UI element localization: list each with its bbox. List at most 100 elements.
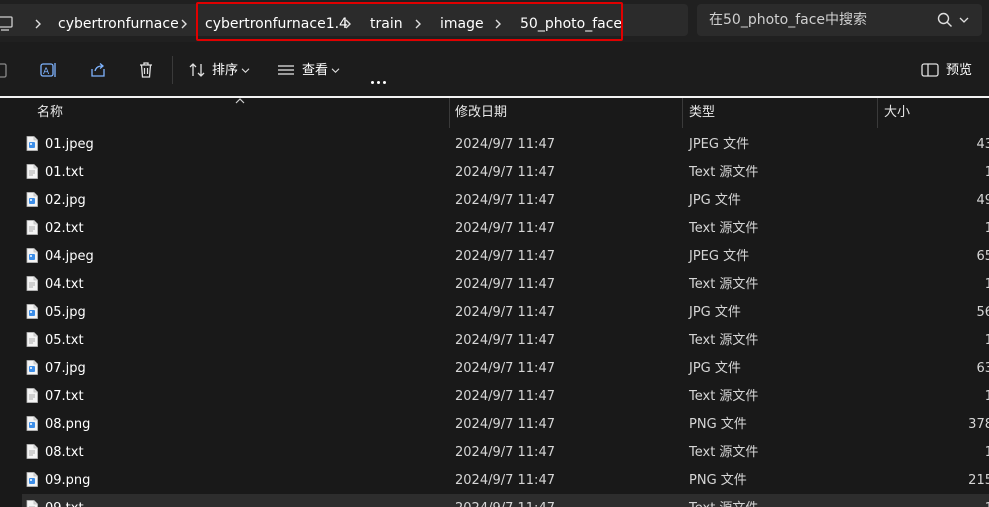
file-size: 1 — [984, 389, 989, 404]
file-name: 04.jpeg — [45, 249, 94, 264]
file-size: 215 — [968, 473, 989, 488]
file-row[interactable]: 02.txt 2024/9/7 11:47 Text 源文件 1 — [22, 214, 989, 242]
file-row[interactable]: 07.txt 2024/9/7 11:47 Text 源文件 1 — [22, 382, 989, 410]
rename-icon[interactable]: A — [40, 61, 58, 79]
file-type: JPEG 文件 — [689, 137, 750, 152]
file-type: JPEG 文件 — [689, 249, 750, 264]
preview-button[interactable]: 预览 — [946, 63, 972, 79]
file-date-modified: 2024/9/7 11:47 — [455, 221, 555, 236]
file-date-modified: 2024/9/7 11:47 — [455, 389, 555, 404]
image-file-icon — [26, 248, 38, 263]
view-icon[interactable] — [277, 61, 295, 79]
image-file-icon — [26, 472, 38, 487]
file-date-modified: 2024/9/7 11:47 — [455, 277, 555, 292]
file-type: JPG 文件 — [689, 193, 741, 208]
file-name: 02.jpg — [45, 193, 86, 208]
preview-pane-icon[interactable] — [921, 61, 939, 79]
search-icon[interactable] — [937, 12, 953, 28]
file-row[interactable]: 01.jpeg 2024/9/7 11:47 JPEG 文件 43 — [22, 130, 989, 158]
file-size: 1 — [985, 501, 989, 507]
file-type: JPG 文件 — [689, 305, 741, 320]
more-icon[interactable] — [371, 69, 389, 88]
chevron-right-icon[interactable] — [179, 18, 189, 30]
file-row[interactable]: 02.jpg 2024/9/7 11:47 JPG 文件 49 — [22, 186, 989, 214]
this-pc-icon[interactable] — [0, 16, 14, 32]
file-date-modified: 2024/9/7 11:47 — [455, 165, 555, 180]
svg-text:A: A — [43, 67, 50, 77]
copy-icon[interactable] — [0, 61, 12, 79]
file-row[interactable]: 01.txt 2024/9/7 11:47 Text 源文件 1 — [22, 158, 989, 186]
column-header-name[interactable]: 名称 — [37, 105, 63, 121]
image-file-icon — [26, 416, 38, 431]
breadcrumb-cybertronfurnace[interactable]: cybertronfurnace — [58, 16, 179, 33]
file-row[interactable]: 05.txt 2024/9/7 11:47 Text 源文件 1 — [22, 326, 989, 354]
file-name: 09.txt — [45, 501, 84, 507]
file-size: 56 — [976, 305, 989, 320]
file-name: 05.txt — [45, 333, 84, 348]
search-box[interactable]: 在50_photo_face中搜索 — [697, 4, 982, 36]
column-divider[interactable] — [449, 98, 450, 128]
share-icon[interactable] — [89, 61, 107, 79]
file-size: 1 — [984, 445, 989, 460]
column-header-row: 名称 修改日期 类型 大小 — [0, 98, 989, 128]
column-header-size[interactable]: 大小 — [884, 105, 910, 121]
file-list: 01.jpeg 2024/9/7 11:47 JPEG 文件 43 01.txt 2024… — [0, 130, 989, 507]
column-header-type[interactable]: 类型 — [689, 105, 715, 121]
image-file-icon — [26, 136, 38, 151]
image-file-icon — [26, 304, 38, 319]
chevron-right-icon[interactable] — [33, 18, 43, 30]
file-name: 09.png — [45, 473, 91, 488]
command-bar: A 排序 查看 预览 — [0, 42, 989, 98]
file-row[interactable]: 08.txt 2024/9/7 11:47 Text 源文件 1 — [22, 438, 989, 466]
column-divider[interactable] — [877, 98, 878, 128]
text-file-icon — [26, 276, 38, 291]
file-row[interactable]: 04.jpeg 2024/9/7 11:47 JPEG 文件 65 — [22, 242, 989, 270]
file-date-modified: 2024/9/7 11:47 — [455, 333, 555, 348]
file-size: 43 — [976, 137, 989, 152]
file-type: Text 源文件 — [689, 445, 759, 460]
file-type: Text 源文件 — [689, 333, 759, 348]
file-row[interactable]: 07.jpg 2024/9/7 11:47 JPG 文件 63 — [22, 354, 989, 382]
file-size: 1 — [984, 221, 989, 236]
sort-icon[interactable] — [188, 61, 206, 79]
file-name: 07.jpg — [45, 361, 86, 376]
file-name: 02.txt — [45, 221, 84, 236]
file-name: 08.png — [45, 417, 91, 432]
file-size: 1 — [984, 277, 989, 292]
file-row[interactable]: 04.txt 2024/9/7 11:47 Text 源文件 1 — [22, 270, 989, 298]
file-row[interactable]: 05.jpg 2024/9/7 11:47 JPG 文件 56 — [22, 298, 989, 326]
sort-button[interactable]: 排序 — [212, 63, 238, 79]
chevron-down-icon[interactable] — [241, 67, 250, 74]
file-date-modified: 2024/9/7 11:47 — [455, 417, 555, 432]
file-type: Text 源文件 — [689, 501, 758, 507]
file-size: 1 — [984, 333, 989, 348]
file-type: Text 源文件 — [689, 165, 759, 180]
text-file-icon — [26, 164, 38, 179]
file-row[interactable]: 09.png 2024/9/7 11:47 PNG 文件 215 — [22, 466, 989, 494]
file-size: 65 — [976, 249, 989, 264]
column-divider[interactable] — [682, 98, 683, 128]
file-type: Text 源文件 — [689, 277, 759, 292]
text-file-icon — [26, 332, 38, 347]
file-date-modified: 2024/9/7 11:47 — [455, 193, 555, 208]
file-size: 63 — [976, 361, 989, 376]
file-name: 05.jpg — [45, 305, 86, 320]
file-date-modified: 2024/9/7 11:47 — [455, 445, 555, 460]
file-name: 01.txt — [45, 165, 84, 180]
delete-icon[interactable] — [137, 61, 155, 79]
search-input[interactable]: 在50_photo_face中搜索 — [709, 12, 867, 29]
file-name: 08.txt — [45, 445, 84, 460]
image-file-icon — [26, 192, 38, 207]
image-file-icon — [26, 360, 38, 375]
view-button[interactable]: 查看 — [302, 63, 328, 79]
file-date-modified: 2024/9/7 11:47 — [455, 501, 555, 507]
column-header-date[interactable]: 修改日期 — [455, 105, 507, 121]
sort-ascending-icon — [235, 98, 245, 104]
file-name: 01.jpeg — [45, 137, 94, 152]
file-row[interactable]: 08.png 2024/9/7 11:47 PNG 文件 378 — [22, 410, 989, 438]
chevron-down-icon[interactable] — [331, 67, 340, 74]
chevron-down-icon[interactable] — [959, 16, 969, 24]
file-type: JPG 文件 — [689, 361, 741, 376]
file-row[interactable]: 09.txt 2024/9/7 11:47 Text 源文件 1 — [22, 494, 989, 507]
file-name: 07.txt — [45, 389, 84, 404]
